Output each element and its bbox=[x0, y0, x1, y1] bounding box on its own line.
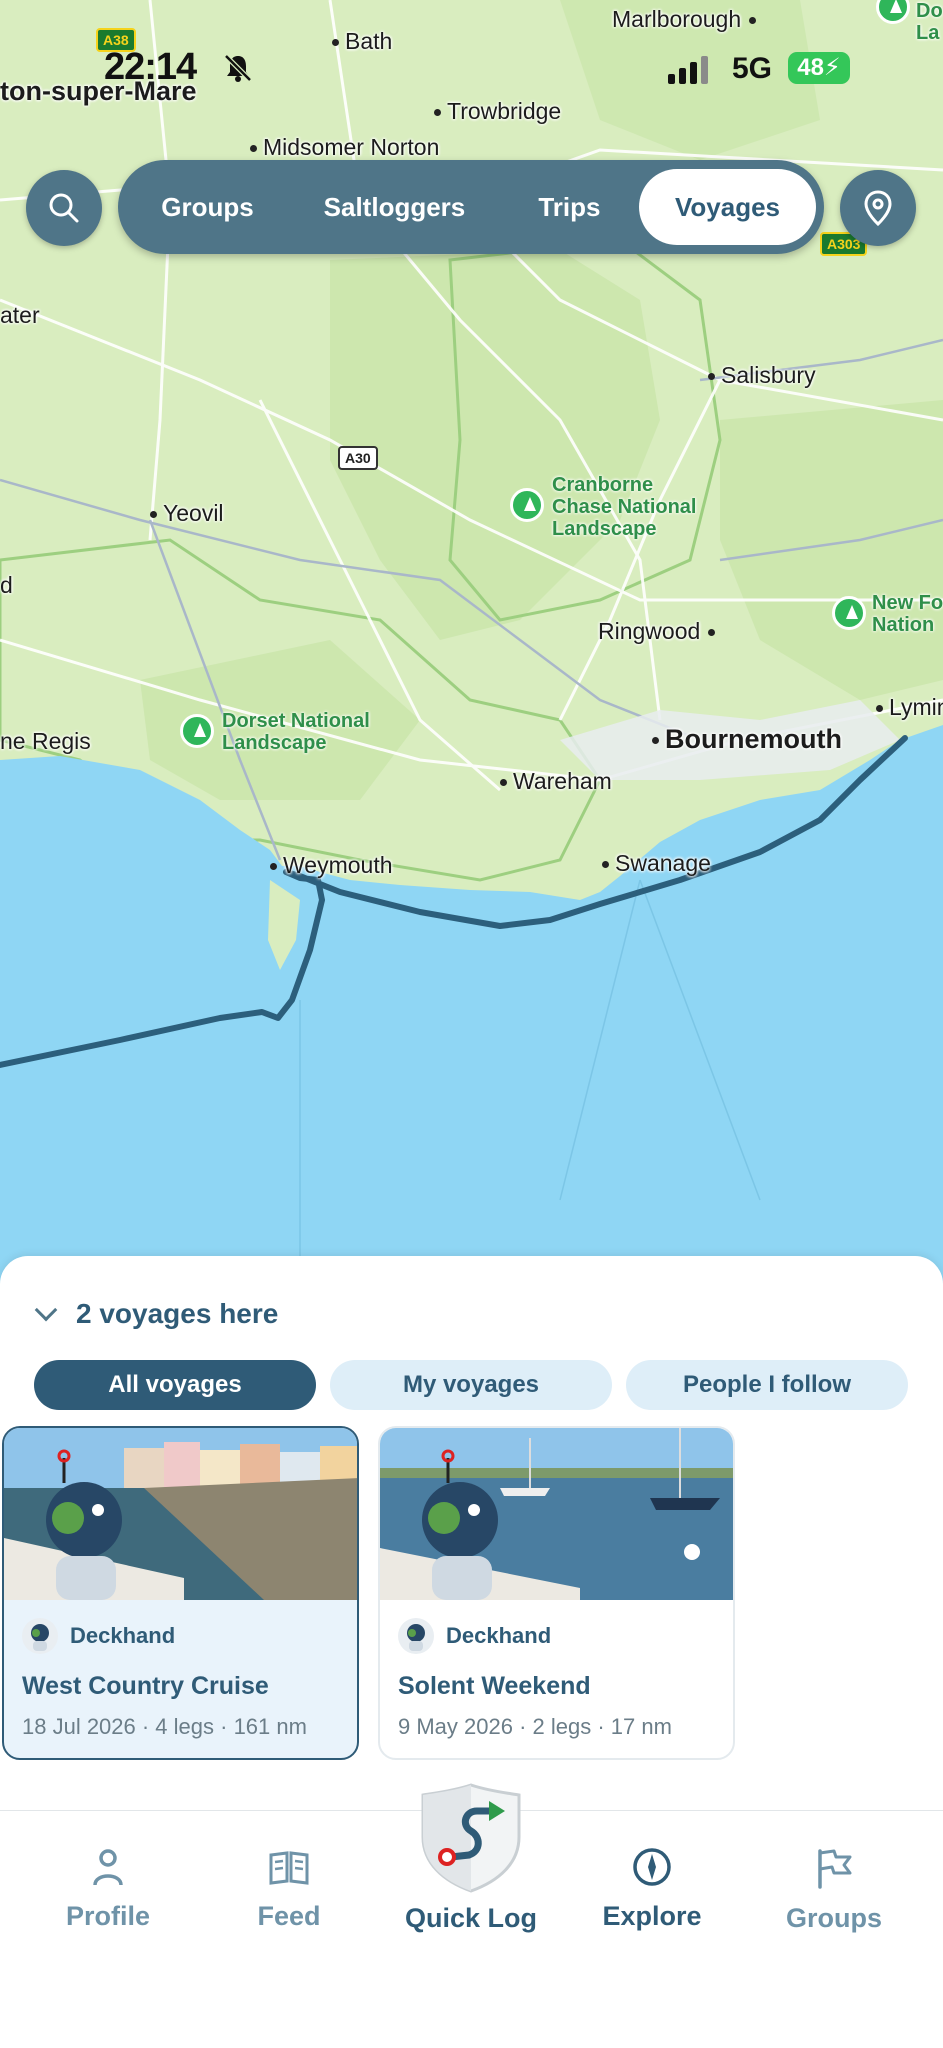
tab-groups-label: Groups bbox=[785, 1903, 882, 1933]
bottom-tab-bar: Profile Feed Quick Log Explore Groups bbox=[0, 1783, 943, 2048]
voyage-card[interactable]: Deckhand Solent Weekend 9 May 2026 · 2 l… bbox=[378, 1426, 735, 1760]
tab-explore-label: Explore bbox=[602, 1901, 702, 1931]
tab-groups[interactable]: Groups bbox=[754, 1847, 914, 1934]
place-d: d bbox=[0, 572, 13, 598]
place-bath: Bath bbox=[332, 28, 392, 55]
filter-people-i-follow[interactable]: People I follow bbox=[626, 1360, 908, 1410]
place-salisbury: Salisbury bbox=[708, 362, 816, 389]
filter-my-voyages[interactable]: My voyages bbox=[330, 1360, 612, 1410]
place-midsomer-norton: Midsomer Norton bbox=[250, 134, 439, 161]
voyage-meta: 9 May 2026 · 2 legs · 17 nm bbox=[398, 1714, 672, 1739]
book-icon bbox=[269, 1851, 309, 1885]
avatar bbox=[398, 1618, 434, 1654]
tab-explore[interactable]: Explore bbox=[572, 1847, 732, 1932]
place-lymington: Lymin bbox=[876, 694, 943, 721]
avatar bbox=[22, 1618, 58, 1654]
place-weymouth: Weymouth bbox=[270, 852, 393, 879]
park-tree-icon bbox=[180, 714, 214, 748]
park-tree-icon bbox=[832, 596, 866, 630]
voyage-photo bbox=[4, 1428, 357, 1600]
search-button[interactable] bbox=[26, 170, 102, 246]
sheet-title: 2 voyages here bbox=[76, 1298, 279, 1329]
park-tree-icon bbox=[510, 488, 544, 522]
voyage-card[interactable]: Deckhand West Country Cruise 18 Jul 2026… bbox=[2, 1426, 359, 1760]
tab-feed-label: Feed bbox=[257, 1901, 321, 1931]
park-top-right: Do La bbox=[916, 0, 943, 44]
bell-muted-icon bbox=[222, 52, 254, 92]
place-lyme-regis: ne Regis bbox=[0, 728, 91, 754]
park-new-forest: New Fo Nation bbox=[872, 592, 943, 636]
tab-quick-log-label: Quick Log bbox=[404, 1903, 537, 1933]
park-dorset: Dorset National Landscape bbox=[222, 710, 370, 754]
author-name: Deckhand bbox=[446, 1623, 552, 1648]
place-swanage: Swanage bbox=[602, 850, 711, 877]
battery-level: 48 bbox=[797, 54, 824, 81]
search-icon bbox=[49, 193, 79, 223]
voyage-title: Solent Weekend bbox=[398, 1672, 591, 1700]
card-author: Deckhand bbox=[398, 1618, 551, 1654]
place-wareham: Wareham bbox=[500, 768, 612, 795]
voyage-meta: 18 Jul 2026 · 4 legs · 161 nm bbox=[22, 1714, 307, 1739]
tab-feed[interactable]: Feed bbox=[209, 1847, 369, 1932]
compass-icon bbox=[633, 1848, 671, 1886]
voyage-photo bbox=[380, 1428, 733, 1600]
status-time: 22:14 bbox=[104, 46, 197, 88]
quick-log-button[interactable]: Quick Log bbox=[392, 1781, 550, 1934]
flag-icon bbox=[818, 1849, 852, 1889]
filter-all-voyages[interactable]: All voyages bbox=[34, 1360, 316, 1410]
tab-voyages[interactable]: Voyages bbox=[639, 169, 816, 245]
author-name: Deckhand bbox=[70, 1623, 176, 1648]
road-a30: A30 bbox=[338, 446, 378, 470]
signal-icon bbox=[668, 56, 708, 84]
sheet-header[interactable]: 2 voyages here bbox=[34, 1298, 279, 1330]
place-trowbridge: Trowbridge bbox=[434, 98, 561, 125]
location-pin-icon bbox=[864, 190, 892, 226]
card-author: Deckhand bbox=[22, 1618, 175, 1654]
place-ater: ater bbox=[0, 302, 40, 328]
tab-profile-label: Profile bbox=[65, 1901, 151, 1931]
voyage-title: West Country Cruise bbox=[22, 1672, 269, 1700]
tab-groups[interactable]: Groups bbox=[126, 169, 289, 245]
park-cranborne: Cranborne Chase National Landscape bbox=[552, 474, 697, 540]
tab-trips[interactable]: Trips bbox=[500, 169, 639, 245]
person-icon bbox=[93, 1849, 123, 1886]
place-marlborough: Marlborough bbox=[612, 6, 762, 33]
location-button[interactable] bbox=[840, 170, 916, 246]
chevron-down-icon[interactable] bbox=[34, 1298, 58, 1322]
quick-log-shield-icon bbox=[421, 1783, 521, 1893]
tab-saltloggers[interactable]: Saltloggers bbox=[289, 169, 500, 245]
network-type: 5G bbox=[732, 52, 773, 85]
tab-profile[interactable]: Profile bbox=[28, 1847, 188, 1932]
battery-indicator: 48⚡ bbox=[788, 52, 850, 84]
place-yeovil: Yeovil bbox=[150, 500, 224, 527]
place-ringwood: Ringwood bbox=[598, 618, 721, 645]
place-bournemouth: Bournemouth bbox=[652, 724, 842, 755]
explore-mode-tabs: Groups Saltloggers Trips Voyages bbox=[118, 160, 824, 254]
voyages-sheet: 2 voyages here All voyages My voyages Pe… bbox=[0, 1256, 943, 1810]
